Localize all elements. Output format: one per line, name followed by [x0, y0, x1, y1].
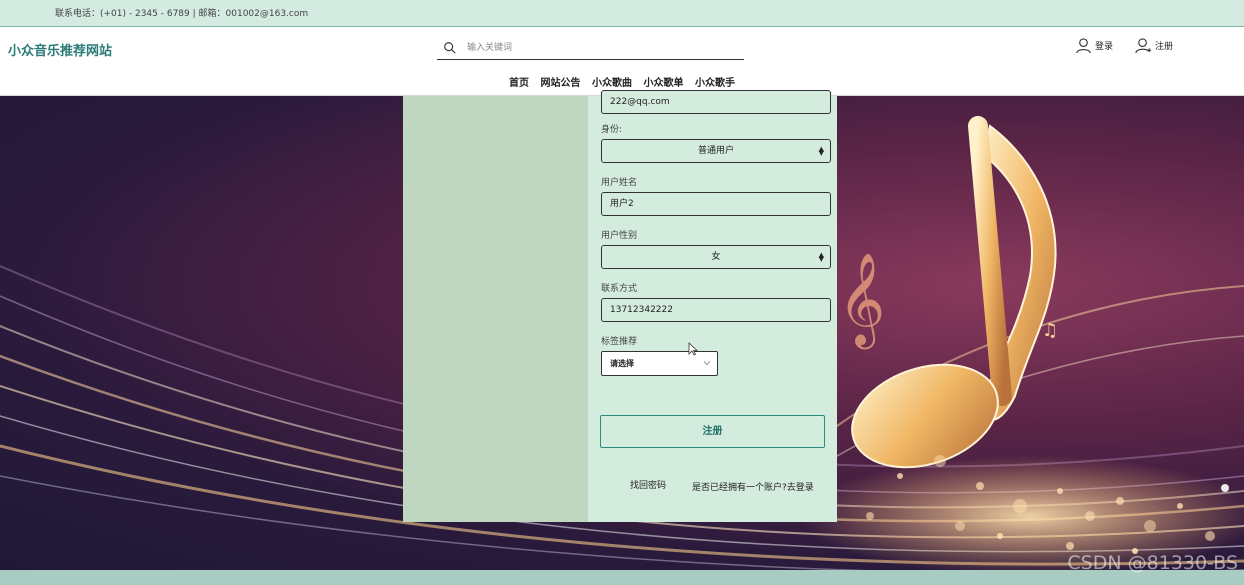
select-arrows-icon: ▲ ▼: [818, 145, 824, 157]
main-nav: 首页 网站公告 小众歌曲 小众歌单 小众歌手: [0, 74, 1244, 89]
search-icon[interactable]: [443, 41, 457, 55]
mouse-cursor-icon: [688, 342, 698, 356]
login-label: 登录: [1095, 42, 1114, 52]
user-add-icon: [1135, 38, 1152, 54]
search-input[interactable]: [467, 40, 727, 56]
svg-text:𝄞: 𝄞: [838, 252, 885, 349]
watermark: CSDN @81330-BS: [1067, 552, 1238, 574]
contact-label: 联系方式: [601, 284, 638, 294]
forgot-password-link[interactable]: 找回密码: [630, 478, 666, 491]
go-login-link[interactable]: 是否已经拥有一个账户?去登录: [692, 480, 814, 493]
site-title[interactable]: 小众音乐推荐网站: [8, 40, 112, 59]
email-field[interactable]: 222@qq.com: [601, 90, 831, 114]
nav-songs[interactable]: 小众歌曲: [592, 74, 632, 89]
nav-singers[interactable]: 小众歌手: [695, 74, 735, 89]
user-icon: [1076, 38, 1091, 54]
tags-label: 标签推荐: [601, 337, 638, 347]
register-form: 222@qq.com 身份: 普通用户 ▲ ▼ 用户姓名 用户2 用户性别 女 ▲…: [588, 90, 837, 522]
nav-playlists[interactable]: 小众歌单: [643, 74, 683, 89]
login-button[interactable]: 登录: [1075, 37, 1113, 54]
svg-text:♫: ♫: [1042, 320, 1058, 341]
nav-home[interactable]: 首页: [509, 74, 529, 89]
identity-select[interactable]: 普通用户 ▲ ▼: [601, 139, 831, 163]
gender-value: 女: [711, 252, 721, 262]
gender-select[interactable]: 女 ▲ ▼: [601, 245, 831, 269]
search-bar: [437, 37, 744, 60]
name-label: 用户姓名: [601, 178, 638, 188]
name-field[interactable]: 用户2: [601, 192, 831, 216]
header: 小众音乐推荐网站 登录 注册 首页 网站公告 小众歌曲 小众歌单 小众歌手: [0, 28, 1244, 96]
register-label: 注册: [1155, 42, 1174, 52]
submit-register-button[interactable]: 注册: [600, 415, 825, 448]
contact-bar: 联系电话：(+01) - 2345 - 6789 | 邮箱：001002@163…: [0, 0, 1244, 27]
register-link[interactable]: 注册: [1135, 37, 1173, 54]
form-side-panel: [403, 96, 588, 522]
gender-label: 用户性别: [601, 231, 638, 241]
nav-announcements[interactable]: 网站公告: [541, 74, 581, 89]
chevron-down-icon: [703, 361, 711, 366]
identity-label: 身份:: [601, 125, 623, 135]
tags-select[interactable]: 请选择: [601, 351, 718, 376]
select-arrows-icon: ▲ ▼: [818, 251, 824, 263]
contact-field[interactable]: 13712342222: [601, 298, 831, 322]
identity-value: 普通用户: [697, 146, 734, 156]
footer-strip: [0, 570, 1244, 585]
tags-value: 请选择: [610, 359, 634, 368]
contact-info: 联系电话：(+01) - 2345 - 6789 | 邮箱：001002@163…: [55, 9, 309, 19]
